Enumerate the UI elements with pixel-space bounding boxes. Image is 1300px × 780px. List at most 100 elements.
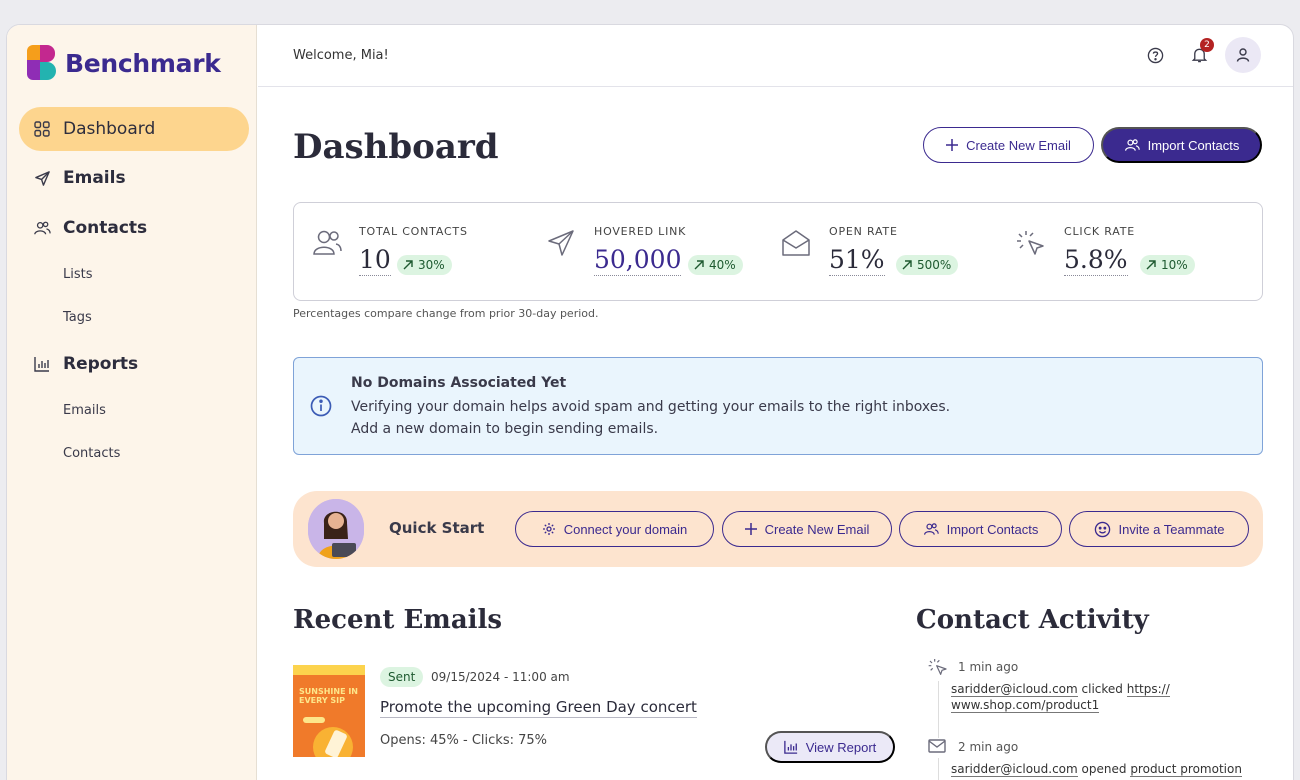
- activity-time: 2 min ago: [958, 740, 1019, 754]
- activity-time: 1 min ago: [958, 660, 1019, 674]
- welcome-message: Welcome, Mia!: [293, 48, 389, 63]
- people-icon: [311, 229, 345, 263]
- sidebar: Benchmark Dashboard Emails Contacts List…: [7, 25, 257, 780]
- people-icon: [923, 522, 939, 536]
- plus-icon: [744, 523, 757, 535]
- cursor-click-icon: [928, 657, 948, 681]
- activity-contact-link[interactable]: saridder@icloud.com: [951, 682, 1078, 697]
- view-report-label: View Report: [805, 739, 877, 755]
- people-icon: [33, 219, 51, 237]
- arrow-up-right-icon: [694, 260, 704, 270]
- activity-contact-link[interactable]: saridder@icloud.com: [951, 762, 1078, 777]
- sidebar-item-emails[interactable]: Emails: [19, 156, 249, 200]
- sidebar-item-label: Reports: [63, 354, 139, 374]
- quick-start-illustration: [308, 499, 364, 559]
- change-value: 10%: [1161, 258, 1188, 272]
- domain-alert: No Domains Associated Yet Verifying your…: [293, 357, 1263, 455]
- stat-click-rate: CLICK RATE 5.8% 10%: [1016, 221, 1246, 291]
- activity-timeline-line: [938, 665, 939, 780]
- connect-domain-label: Connect your domain: [563, 521, 688, 537]
- stats-footnote: Percentages compare change from prior 30…: [293, 307, 599, 320]
- import-contacts-button[interactable]: Import Contacts: [1101, 127, 1262, 163]
- activity-item: saridder@icloud.com clicked https:// www…: [951, 681, 1251, 713]
- sidebar-item-lists[interactable]: Lists: [63, 267, 93, 282]
- create-new-email-button[interactable]: Create New Email: [923, 127, 1094, 163]
- notification-badge: 2: [1200, 38, 1214, 52]
- grid-icon: [33, 120, 51, 138]
- send-icon: [546, 229, 580, 263]
- stat-total-contacts: TOTAL CONTACTS 10 30%: [311, 221, 541, 291]
- app-name: Benchmark: [65, 48, 221, 78]
- stat-value[interactable]: 5.8%: [1064, 245, 1128, 276]
- arrow-up-right-icon: [1146, 260, 1156, 270]
- activity-target-link[interactable]: product promotion: [1130, 762, 1242, 777]
- change-pill: 40%: [688, 255, 743, 275]
- email-subject-link[interactable]: Promote the upcoming Green Day concert: [380, 698, 697, 718]
- invite-teammate-button[interactable]: Invite a Teammate: [1069, 511, 1249, 547]
- notifications-bell-icon[interactable]: 2: [1181, 37, 1217, 73]
- activity-action: clicked: [1081, 682, 1123, 696]
- sidebar-item-label: Contacts: [63, 218, 148, 238]
- recent-emails-title: Recent Emails: [293, 605, 503, 635]
- sidebar-item-tags[interactable]: Tags: [63, 310, 92, 325]
- envelope-open-icon: [781, 229, 815, 263]
- import-contacts-label: Import Contacts: [1147, 137, 1240, 153]
- quick-start-bar: Quick Start Connect your domain Create N…: [293, 491, 1263, 567]
- stat-value[interactable]: 51%: [829, 245, 885, 276]
- main-content: Welcome, Mia! 2 Dashboard Create New Ema…: [258, 25, 1293, 780]
- alert-title: No Domains Associated Yet: [351, 375, 567, 391]
- people-icon: [1124, 138, 1140, 152]
- stats-card: TOTAL CONTACTS 10 30% HOVERED LINK 50,00…: [293, 202, 1263, 301]
- stat-value[interactable]: 10: [359, 245, 391, 276]
- contact-activity-title: Contact Activity: [916, 605, 1149, 635]
- stat-value[interactable]: 50,000: [594, 245, 682, 276]
- plus-icon: [946, 139, 959, 151]
- sidebar-item-label: Dashboard: [63, 119, 156, 139]
- sidebar-item-reports-emails[interactable]: Emails: [63, 403, 106, 418]
- stat-hovered-link: HOVERED LINK 50,000 40%: [546, 221, 776, 291]
- sidebar-item-dashboard[interactable]: Dashboard: [19, 107, 249, 151]
- stat-open-rate: OPEN RATE 51% 500%: [781, 221, 1011, 291]
- alert-message-line2: Add a new domain to begin sending emails…: [351, 421, 659, 437]
- sidebar-item-reports[interactable]: Reports: [19, 342, 249, 386]
- user-icon: [1236, 48, 1250, 62]
- create-new-email-label: Create New Email: [966, 137, 1071, 153]
- activity-item: saridder@icloud.com opened product promo…: [951, 761, 1251, 777]
- connect-domain-button[interactable]: Connect your domain: [515, 511, 714, 547]
- logo[interactable]: Benchmark: [27, 45, 221, 81]
- quick-create-email-button[interactable]: Create New Email: [722, 511, 892, 547]
- change-pill: 500%: [896, 255, 959, 275]
- envelope-icon: [928, 738, 946, 758]
- change-value: 500%: [917, 258, 952, 272]
- email-stats: Opens: 45% - Clicks: 75%: [380, 733, 548, 748]
- email-date: 09/15/2024 - 11:00 am: [431, 670, 570, 684]
- app-window: Benchmark Dashboard Emails Contacts List…: [6, 24, 1294, 780]
- email-thumbnail[interactable]: SUNSHINE IN EVERY SIP: [293, 665, 365, 757]
- help-icon[interactable]: [1137, 37, 1173, 73]
- benchmark-logo-icon: [27, 45, 57, 81]
- sidebar-item-contacts[interactable]: Contacts: [19, 206, 249, 250]
- status-badge: Sent: [380, 667, 424, 687]
- top-actions: 2: [1129, 37, 1261, 73]
- alert-message-line1: Verifying your domain helps avoid spam a…: [351, 399, 951, 415]
- smiley-icon: [1094, 521, 1111, 538]
- info-icon: [310, 395, 332, 421]
- quick-create-email-label: Create New Email: [764, 521, 870, 537]
- stat-label: OPEN RATE: [829, 225, 898, 238]
- page-title: Dashboard: [293, 127, 499, 167]
- stat-label: TOTAL CONTACTS: [359, 225, 468, 238]
- change-value: 40%: [709, 258, 736, 272]
- bar-chart-icon: [33, 355, 51, 373]
- top-bar: Welcome, Mia! 2: [258, 25, 1293, 87]
- quick-start-label: Quick Start: [389, 519, 485, 537]
- view-report-button[interactable]: View Report: [765, 731, 895, 763]
- invite-teammate-label: Invite a Teammate: [1118, 521, 1225, 537]
- arrow-up-right-icon: [403, 260, 413, 270]
- thumbnail-headline: SUNSHINE IN EVERY SIP: [299, 687, 359, 705]
- quick-import-contacts-button[interactable]: Import Contacts: [899, 511, 1062, 547]
- stat-label: CLICK RATE: [1064, 225, 1135, 238]
- user-avatar[interactable]: [1225, 37, 1261, 73]
- sidebar-item-label: Emails: [63, 168, 126, 188]
- sidebar-item-reports-contacts[interactable]: Contacts: [63, 446, 120, 461]
- stat-label: HOVERED LINK: [594, 225, 687, 238]
